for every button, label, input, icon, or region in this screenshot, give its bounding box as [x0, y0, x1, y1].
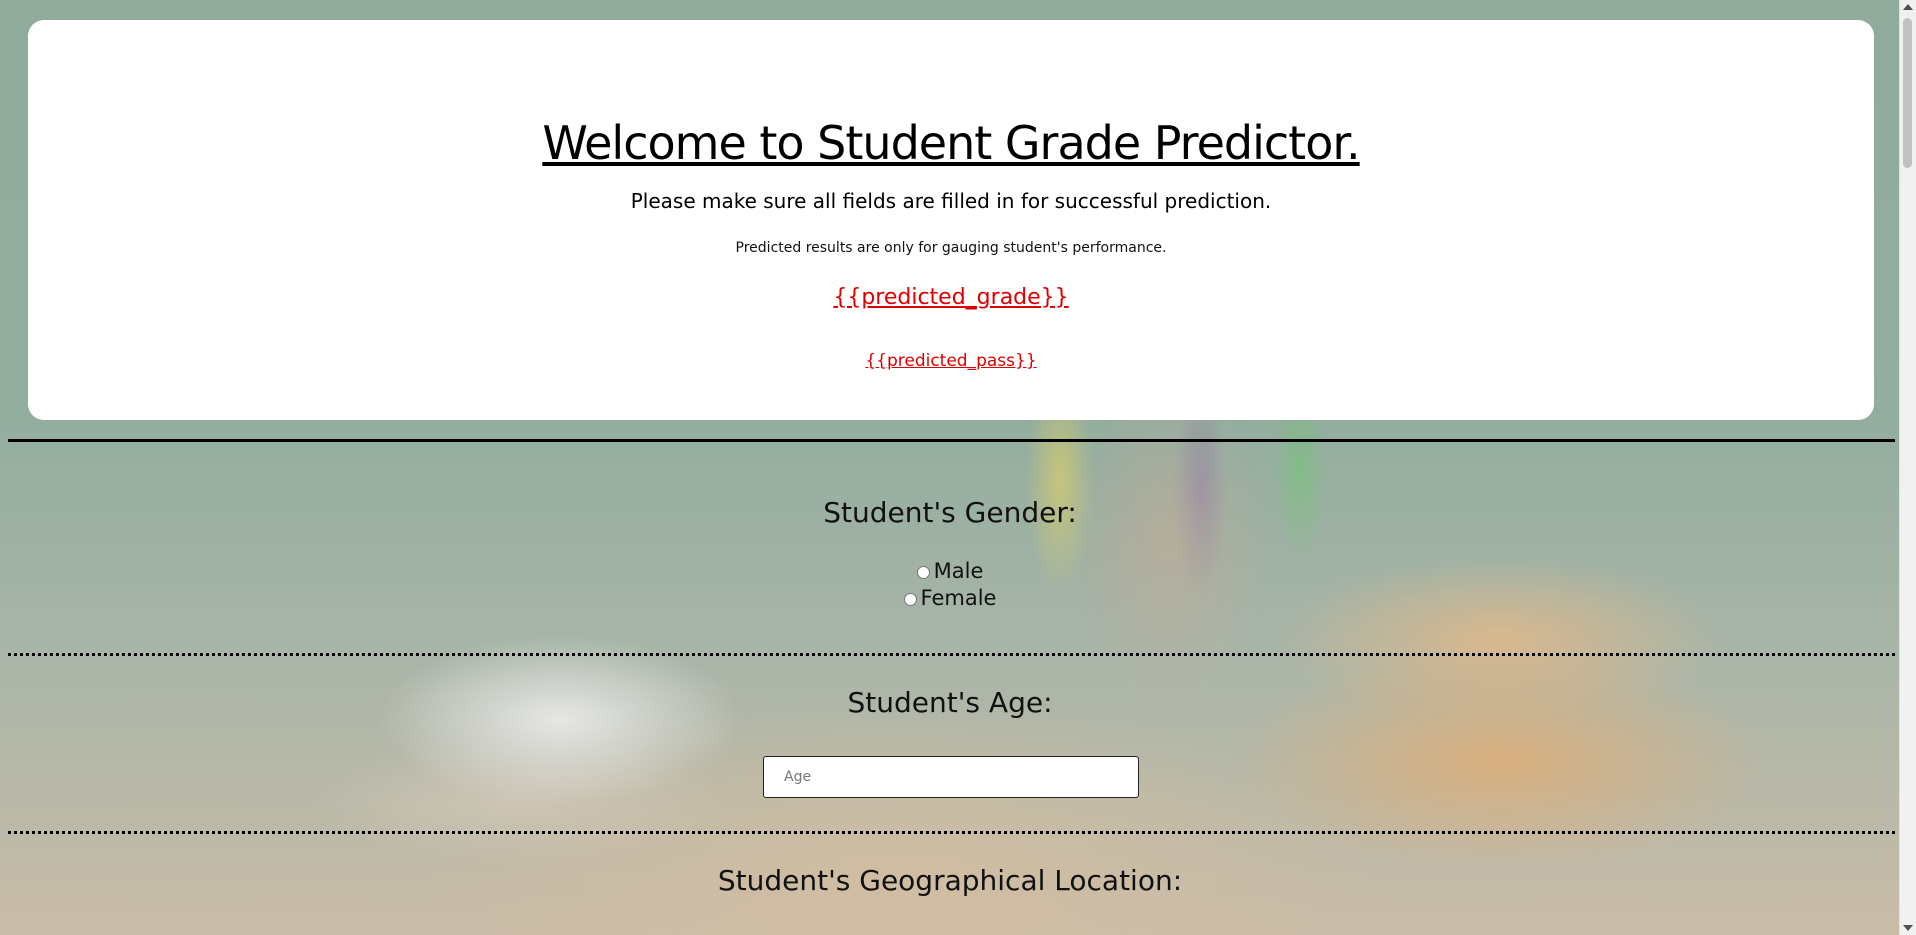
age-label: Student's Age:: [847, 686, 1053, 719]
scrollbar-thumb[interactable]: [1903, 18, 1912, 168]
scroll-up-arrow-icon[interactable]: [1903, 4, 1913, 10]
predicted-grade-output: {{predicted_grade}}: [833, 285, 1069, 310]
female-radio-label: Female: [920, 586, 997, 610]
predicted-pass-output: {{predicted_pass}}: [865, 351, 1037, 371]
section-divider-age: [8, 831, 1895, 834]
section-divider-gender: [8, 653, 1895, 656]
age-input[interactable]: [763, 756, 1139, 798]
instructions-text: Please make sure all fields are filled i…: [630, 189, 1272, 213]
header-divider: [8, 439, 1895, 442]
page-title: Welcome to Student Grade Predictor.: [542, 116, 1360, 170]
male-radio-label: Male: [933, 559, 984, 583]
page-scrollbar[interactable]: [1899, 0, 1916, 935]
disclaimer-text: Predicted results are only for gauging s…: [735, 240, 1167, 256]
header-card: Welcome to Student Grade Predictor. Plea…: [28, 20, 1874, 420]
gender-option-female[interactable]: Female: [0, 586, 1900, 610]
location-label: Student's Geographical Location:: [717, 864, 1183, 897]
scroll-down-arrow-icon[interactable]: [1903, 925, 1913, 931]
gender-option-male[interactable]: Male: [0, 559, 1900, 583]
gender-label: Student's Gender:: [823, 496, 1077, 529]
male-radio[interactable]: [916, 565, 930, 579]
female-radio[interactable]: [903, 592, 917, 606]
